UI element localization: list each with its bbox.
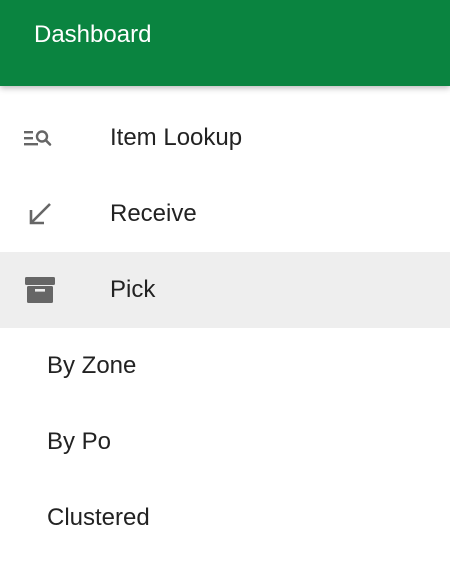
sub-item-by-po[interactable]: By Po	[0, 404, 450, 480]
sub-item-clustered[interactable]: Clustered	[0, 480, 450, 556]
menu-item-label: Pick	[110, 276, 156, 303]
sub-item-by-zone[interactable]: By Zone	[0, 328, 450, 404]
menu-item-pick[interactable]: Pick	[0, 252, 450, 328]
sub-item-label: Clustered	[47, 504, 150, 531]
sub-item-label: By Po	[47, 428, 112, 455]
menu-item-label: Item Lookup	[110, 124, 243, 151]
arrow-down-left-icon	[22, 196, 58, 232]
nav-menu: Item Lookup Receive Pick By Zone By Po C…	[0, 100, 450, 556]
app-root: Dashboard Item Lookup Receive Pick By Zo…	[0, 0, 450, 561]
page-title: Dashboard	[34, 21, 152, 48]
archive-box-icon	[22, 272, 58, 308]
menu-item-label: Receive	[110, 200, 197, 227]
sub-item-label: By Zone	[47, 352, 137, 379]
menu-item-receive[interactable]: Receive	[0, 176, 450, 252]
app-header: Dashboard	[0, 0, 450, 86]
menu-item-item-lookup[interactable]: Item Lookup	[0, 100, 450, 176]
list-search-icon	[22, 120, 58, 156]
